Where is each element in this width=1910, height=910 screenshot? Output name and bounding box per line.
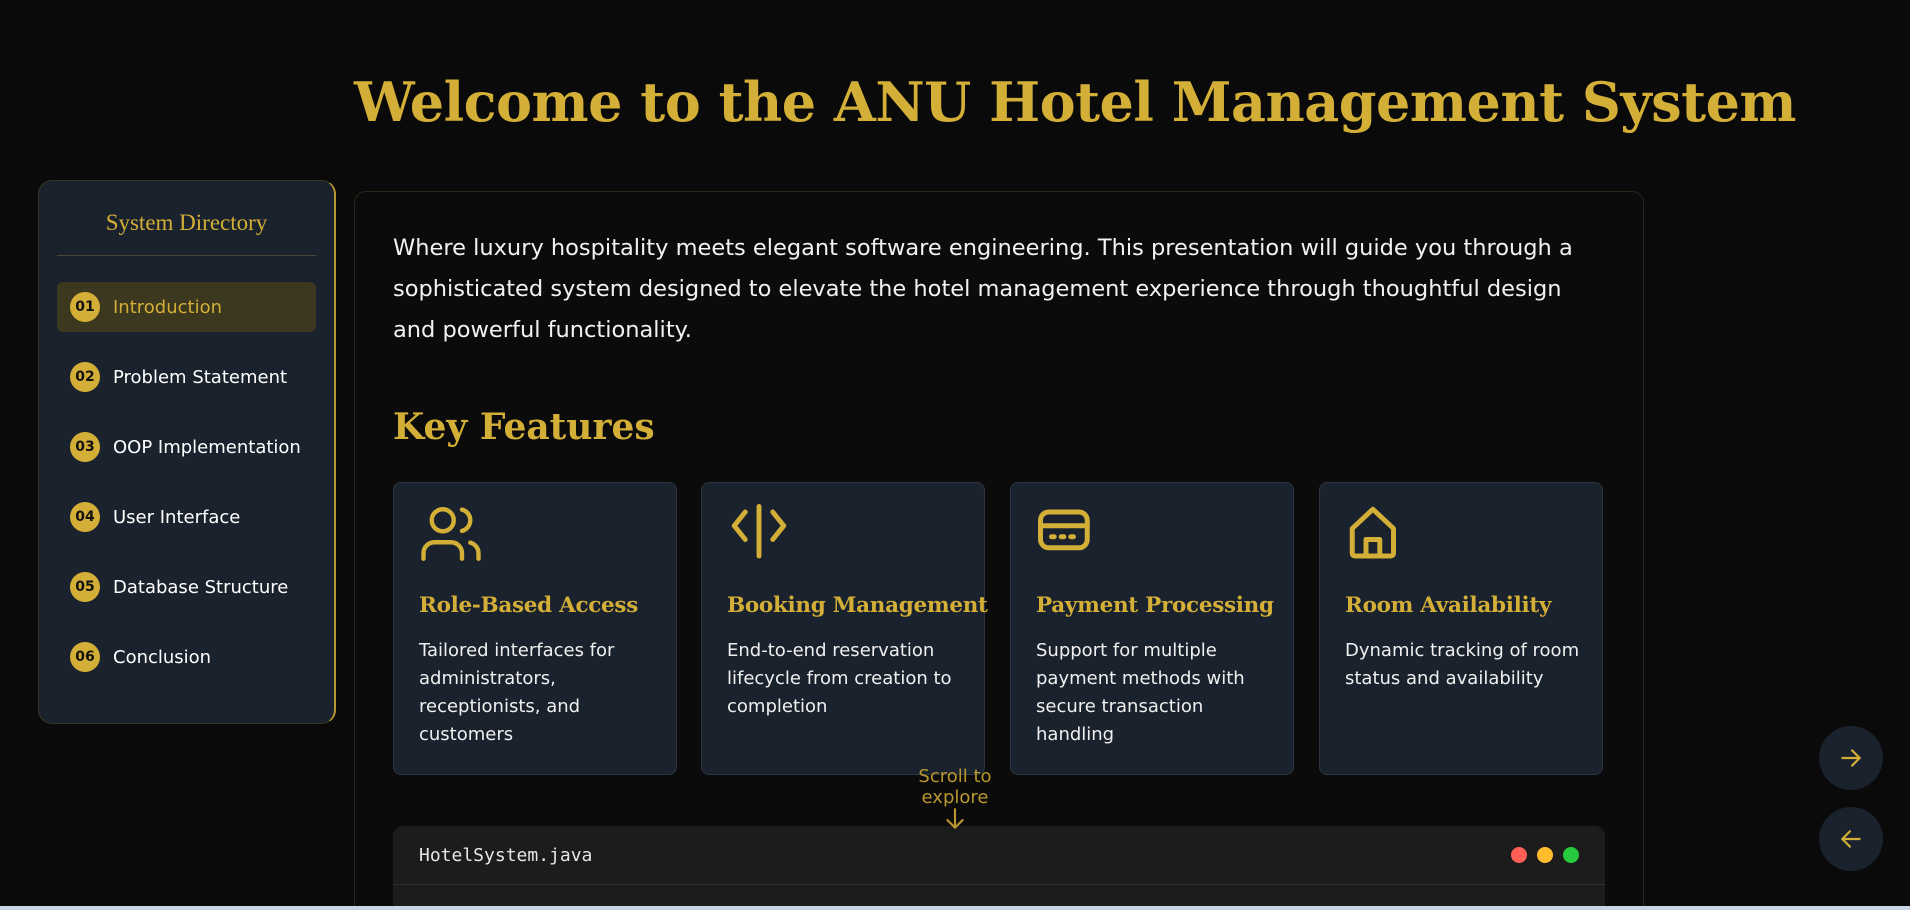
features-heading: Key Features — [393, 406, 655, 448]
window-controls — [1511, 847, 1579, 863]
arrow-down-icon — [946, 808, 964, 829]
feature-description: Support for multiple payment methods wit… — [1036, 640, 1245, 745]
nav-number-badge: 05 — [70, 572, 100, 602]
feature-card-room-availability: Room Availability Dynamic tracking of ro… — [1319, 482, 1603, 775]
code-window: HotelSystem.java — [393, 826, 1605, 910]
feature-description: Dynamic tracking of room status and avai… — [1345, 640, 1580, 689]
page-title: Welcome to the ANU Hotel Management Syst… — [354, 70, 1797, 134]
previous-slide-button[interactable] — [1819, 807, 1883, 871]
home-icon — [1344, 501, 1410, 567]
sidebar-item-oop-implementation[interactable]: 03 OOP Implementation — [57, 422, 316, 472]
feature-card-payment-processing: Payment Processing Support for multiple … — [1010, 482, 1294, 775]
sidebar-item-introduction[interactable]: 01 Introduction — [57, 282, 316, 332]
nav-number-badge: 03 — [70, 432, 100, 462]
feature-card-booking-management: Booking Management End-to-end reservatio… — [701, 482, 988, 775]
code-window-header: HotelSystem.java — [393, 826, 1605, 885]
code-filename: HotelSystem.java — [419, 844, 593, 866]
sidebar-item-conclusion[interactable]: 06 Conclusion — [57, 632, 316, 682]
intro-text: Where luxury hospitality meets elegant s… — [393, 235, 1573, 343]
sidebar-item-database-structure[interactable]: 05 Database Structure — [57, 562, 316, 612]
feature-description: Tailored interfaces for administrators, … — [419, 640, 615, 745]
nav-number-badge: 04 — [70, 502, 100, 532]
sidebar-item-label: Problem Statement — [113, 366, 288, 388]
arrow-right-icon — [1841, 749, 1861, 767]
feature-card-role-based-access: Role-Based Access Tailored interfaces fo… — [393, 482, 677, 775]
close-dot — [1511, 847, 1527, 863]
code-icon — [726, 501, 792, 567]
feature-description: End-to-end reservation lifecycle from cr… — [727, 640, 952, 717]
scroll-hint: Scroll to explore — [918, 766, 992, 808]
directory-list: 01 Introduction 02 Problem Statement 03 … — [57, 282, 316, 682]
credit-card-icon — [1035, 501, 1101, 567]
minimize-dot — [1537, 847, 1553, 863]
sidebar-item-user-interface[interactable]: 04 User Interface — [57, 492, 316, 542]
sidebar-item-problem-statement[interactable]: 02 Problem Statement — [57, 352, 316, 402]
next-slide-button[interactable] — [1819, 726, 1883, 790]
feature-title: Room Availability — [1345, 593, 1552, 618]
sidebar-item-label: Introduction — [113, 296, 223, 318]
sidebar-item-label: OOP Implementation — [113, 436, 301, 458]
system-directory-sidebar: System Directory 01 Introduction 02 Prob… — [38, 180, 336, 724]
arrow-left-icon — [1841, 830, 1861, 848]
presentation-page: Welcome to the ANU Hotel Management Syst… — [0, 0, 1910, 910]
nav-number-badge: 01 — [70, 292, 100, 322]
maximize-dot — [1563, 847, 1579, 863]
feature-title: Booking Management — [727, 593, 988, 618]
sidebar-item-label: Conclusion — [113, 646, 212, 668]
nav-number-badge: 02 — [70, 362, 100, 392]
sidebar-title: System Directory — [57, 181, 316, 256]
viewport-bottom-edge — [0, 906, 1910, 910]
feature-title: Payment Processing — [1036, 593, 1274, 618]
feature-title: Role-Based Access — [419, 593, 639, 618]
users-icon — [418, 501, 484, 567]
sidebar-item-label: Database Structure — [113, 576, 289, 598]
nav-number-badge: 06 — [70, 642, 100, 672]
sidebar-item-label: User Interface — [113, 506, 241, 528]
